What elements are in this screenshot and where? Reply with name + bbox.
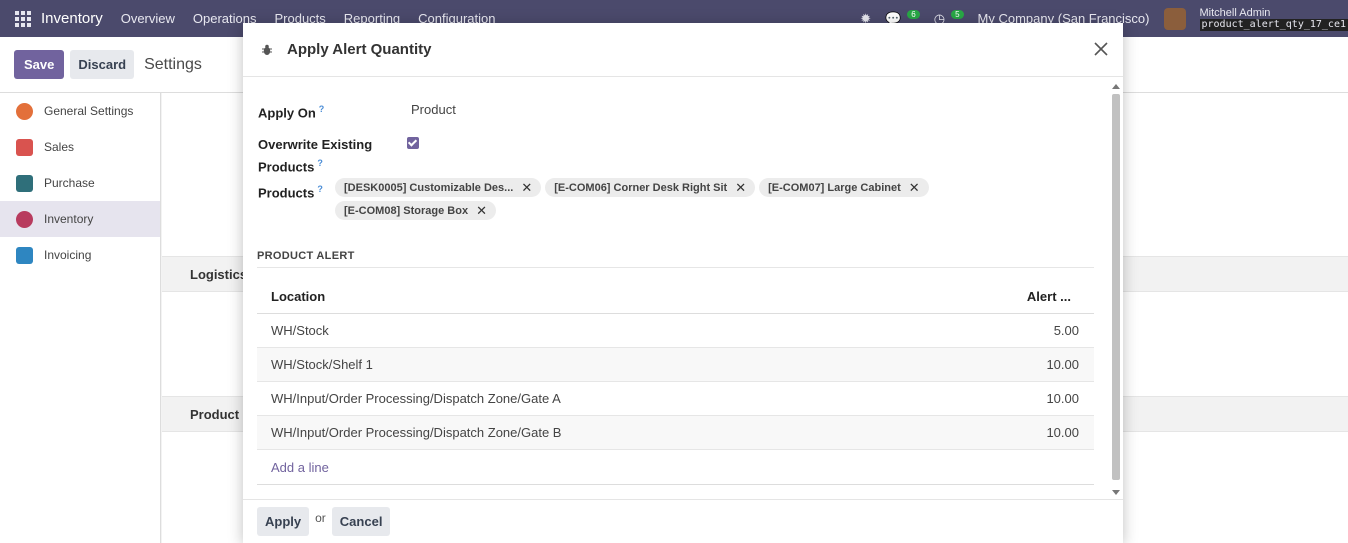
sidebar-item-label: Sales — [44, 140, 75, 154]
product-alert-section-title: PRODUCT ALERT — [257, 250, 1094, 268]
products-many2many-tags[interactable]: [DESK0005] Customizable Des... ✕ [E-COM06… — [335, 178, 955, 220]
dialog-scrollbar[interactable] — [1109, 82, 1121, 497]
remove-tag-icon[interactable]: ✕ — [735, 180, 746, 196]
sidebar-item-label: Purchase — [44, 176, 95, 190]
add-a-line-link[interactable]: Add a line — [257, 450, 1094, 485]
products-label: Products? — [258, 184, 323, 201]
apply-on-label: Apply On? — [258, 104, 325, 121]
column-location[interactable]: Location — [257, 289, 974, 304]
sidebar-item-label: General Settings — [44, 104, 134, 118]
invoicing-icon — [16, 246, 33, 264]
settings-sidebar: General Settings Sales Purchase Inventor… — [0, 93, 161, 543]
product-tag: [E-COM08] Storage Box ✕ — [335, 201, 496, 220]
page-title: Settings — [144, 55, 202, 73]
remove-tag-icon[interactable]: ✕ — [476, 203, 487, 219]
alert-cell: 5.00 — [1053, 323, 1079, 338]
table-row[interactable]: WH/Stock/Shelf 1 10.00 — [257, 348, 1094, 382]
sidebar-item-purchase[interactable]: Purchase — [0, 165, 160, 201]
general-settings-icon — [16, 102, 33, 120]
table-header: Location Alert ... — [257, 279, 1094, 314]
bug-icon — [262, 44, 272, 55]
apply-alert-dialog: Apply Alert Quantity Apply On? Product O… — [243, 23, 1123, 543]
sidebar-item-label: Inventory — [44, 212, 94, 226]
purchase-icon — [16, 174, 33, 192]
help-tooltip-icon[interactable]: ? — [317, 158, 323, 168]
location-cell: WH/Input/Order Processing/Dispatch Zone/… — [271, 425, 562, 440]
inventory-icon — [16, 210, 33, 228]
apply-on-value[interactable]: Product — [411, 102, 456, 117]
apply-button[interactable]: Apply — [257, 507, 310, 536]
alert-cell: 10.00 — [1046, 391, 1079, 406]
user-avatar[interactable] — [1163, 7, 1186, 30]
table-row[interactable]: WH/Input/Order Processing/Dispatch Zone/… — [257, 416, 1094, 450]
sidebar-item-sales[interactable]: Sales — [0, 129, 160, 165]
apps-grid-icon[interactable] — [15, 10, 31, 27]
remove-tag-icon[interactable]: ✕ — [909, 180, 920, 196]
database-name: product_alert_qty_17_ce1 — [1199, 18, 1348, 31]
menu-overview[interactable]: Overview — [121, 11, 175, 26]
product-tag: [DESK0005] Customizable Des... ✕ — [335, 178, 542, 197]
dialog-title: Apply Alert Quantity — [287, 41, 432, 58]
sales-icon — [16, 138, 33, 156]
discard-button[interactable]: Discard — [70, 50, 135, 79]
location-cell: WH/Input/Order Processing/Dispatch Zone/… — [271, 391, 561, 406]
sidebar-item-invoicing[interactable]: Invoicing — [0, 237, 160, 273]
user-menu[interactable]: Mitchell Admin product_alert_qty_17_ce1 — [1199, 6, 1348, 31]
sidebar-item-general-settings[interactable]: General Settings — [0, 93, 160, 129]
location-cell: WH/Stock/Shelf 1 — [271, 357, 373, 372]
help-tooltip-icon[interactable]: ? — [317, 184, 323, 194]
help-tooltip-icon[interactable]: ? — [319, 104, 325, 114]
or-text: or — [315, 510, 326, 525]
scrollbar-thumb[interactable] — [1112, 94, 1120, 480]
cancel-button[interactable]: Cancel — [331, 507, 391, 536]
activities-badge: 5 — [951, 10, 964, 19]
save-button[interactable]: Save — [14, 50, 65, 79]
close-icon[interactable] — [1091, 39, 1111, 59]
scroll-down-arrow-icon[interactable] — [1112, 490, 1120, 495]
table-row[interactable]: WH/Input/Order Processing/Dispatch Zone/… — [257, 382, 1094, 416]
product-tag: [E-COM06] Corner Desk Right Sit ✕ — [545, 178, 756, 197]
alert-cell: 10.00 — [1046, 357, 1079, 372]
table-row[interactable]: WH/Stock 5.00 — [257, 314, 1094, 348]
column-alert[interactable]: Alert ... — [974, 289, 1094, 304]
product-alert-table: Location Alert ... WH/Stock 5.00 WH/Stoc… — [257, 279, 1094, 485]
user-name: Mitchell Admin — [1199, 6, 1271, 19]
messages-badge: 6 — [907, 10, 920, 19]
dialog-footer: Apply or Cancel — [243, 499, 1123, 543]
dialog-body: Apply On? Product Overwrite Existing Pro… — [243, 78, 1123, 498]
sidebar-item-inventory[interactable]: Inventory — [0, 201, 160, 237]
scroll-up-arrow-icon[interactable] — [1112, 84, 1120, 89]
product-tag: [E-COM07] Large Cabinet ✕ — [759, 178, 929, 197]
alert-cell: 10.00 — [1046, 425, 1079, 440]
app-name[interactable]: Inventory — [41, 10, 103, 27]
sidebar-item-label: Invoicing — [44, 248, 92, 262]
location-cell: WH/Stock — [271, 323, 329, 338]
remove-tag-icon[interactable]: ✕ — [521, 180, 532, 196]
overwrite-existing-checkbox[interactable] — [407, 137, 419, 149]
dialog-header: Apply Alert Quantity — [243, 23, 1123, 77]
overwrite-existing-label: Overwrite Existing Products? — [258, 137, 373, 175]
